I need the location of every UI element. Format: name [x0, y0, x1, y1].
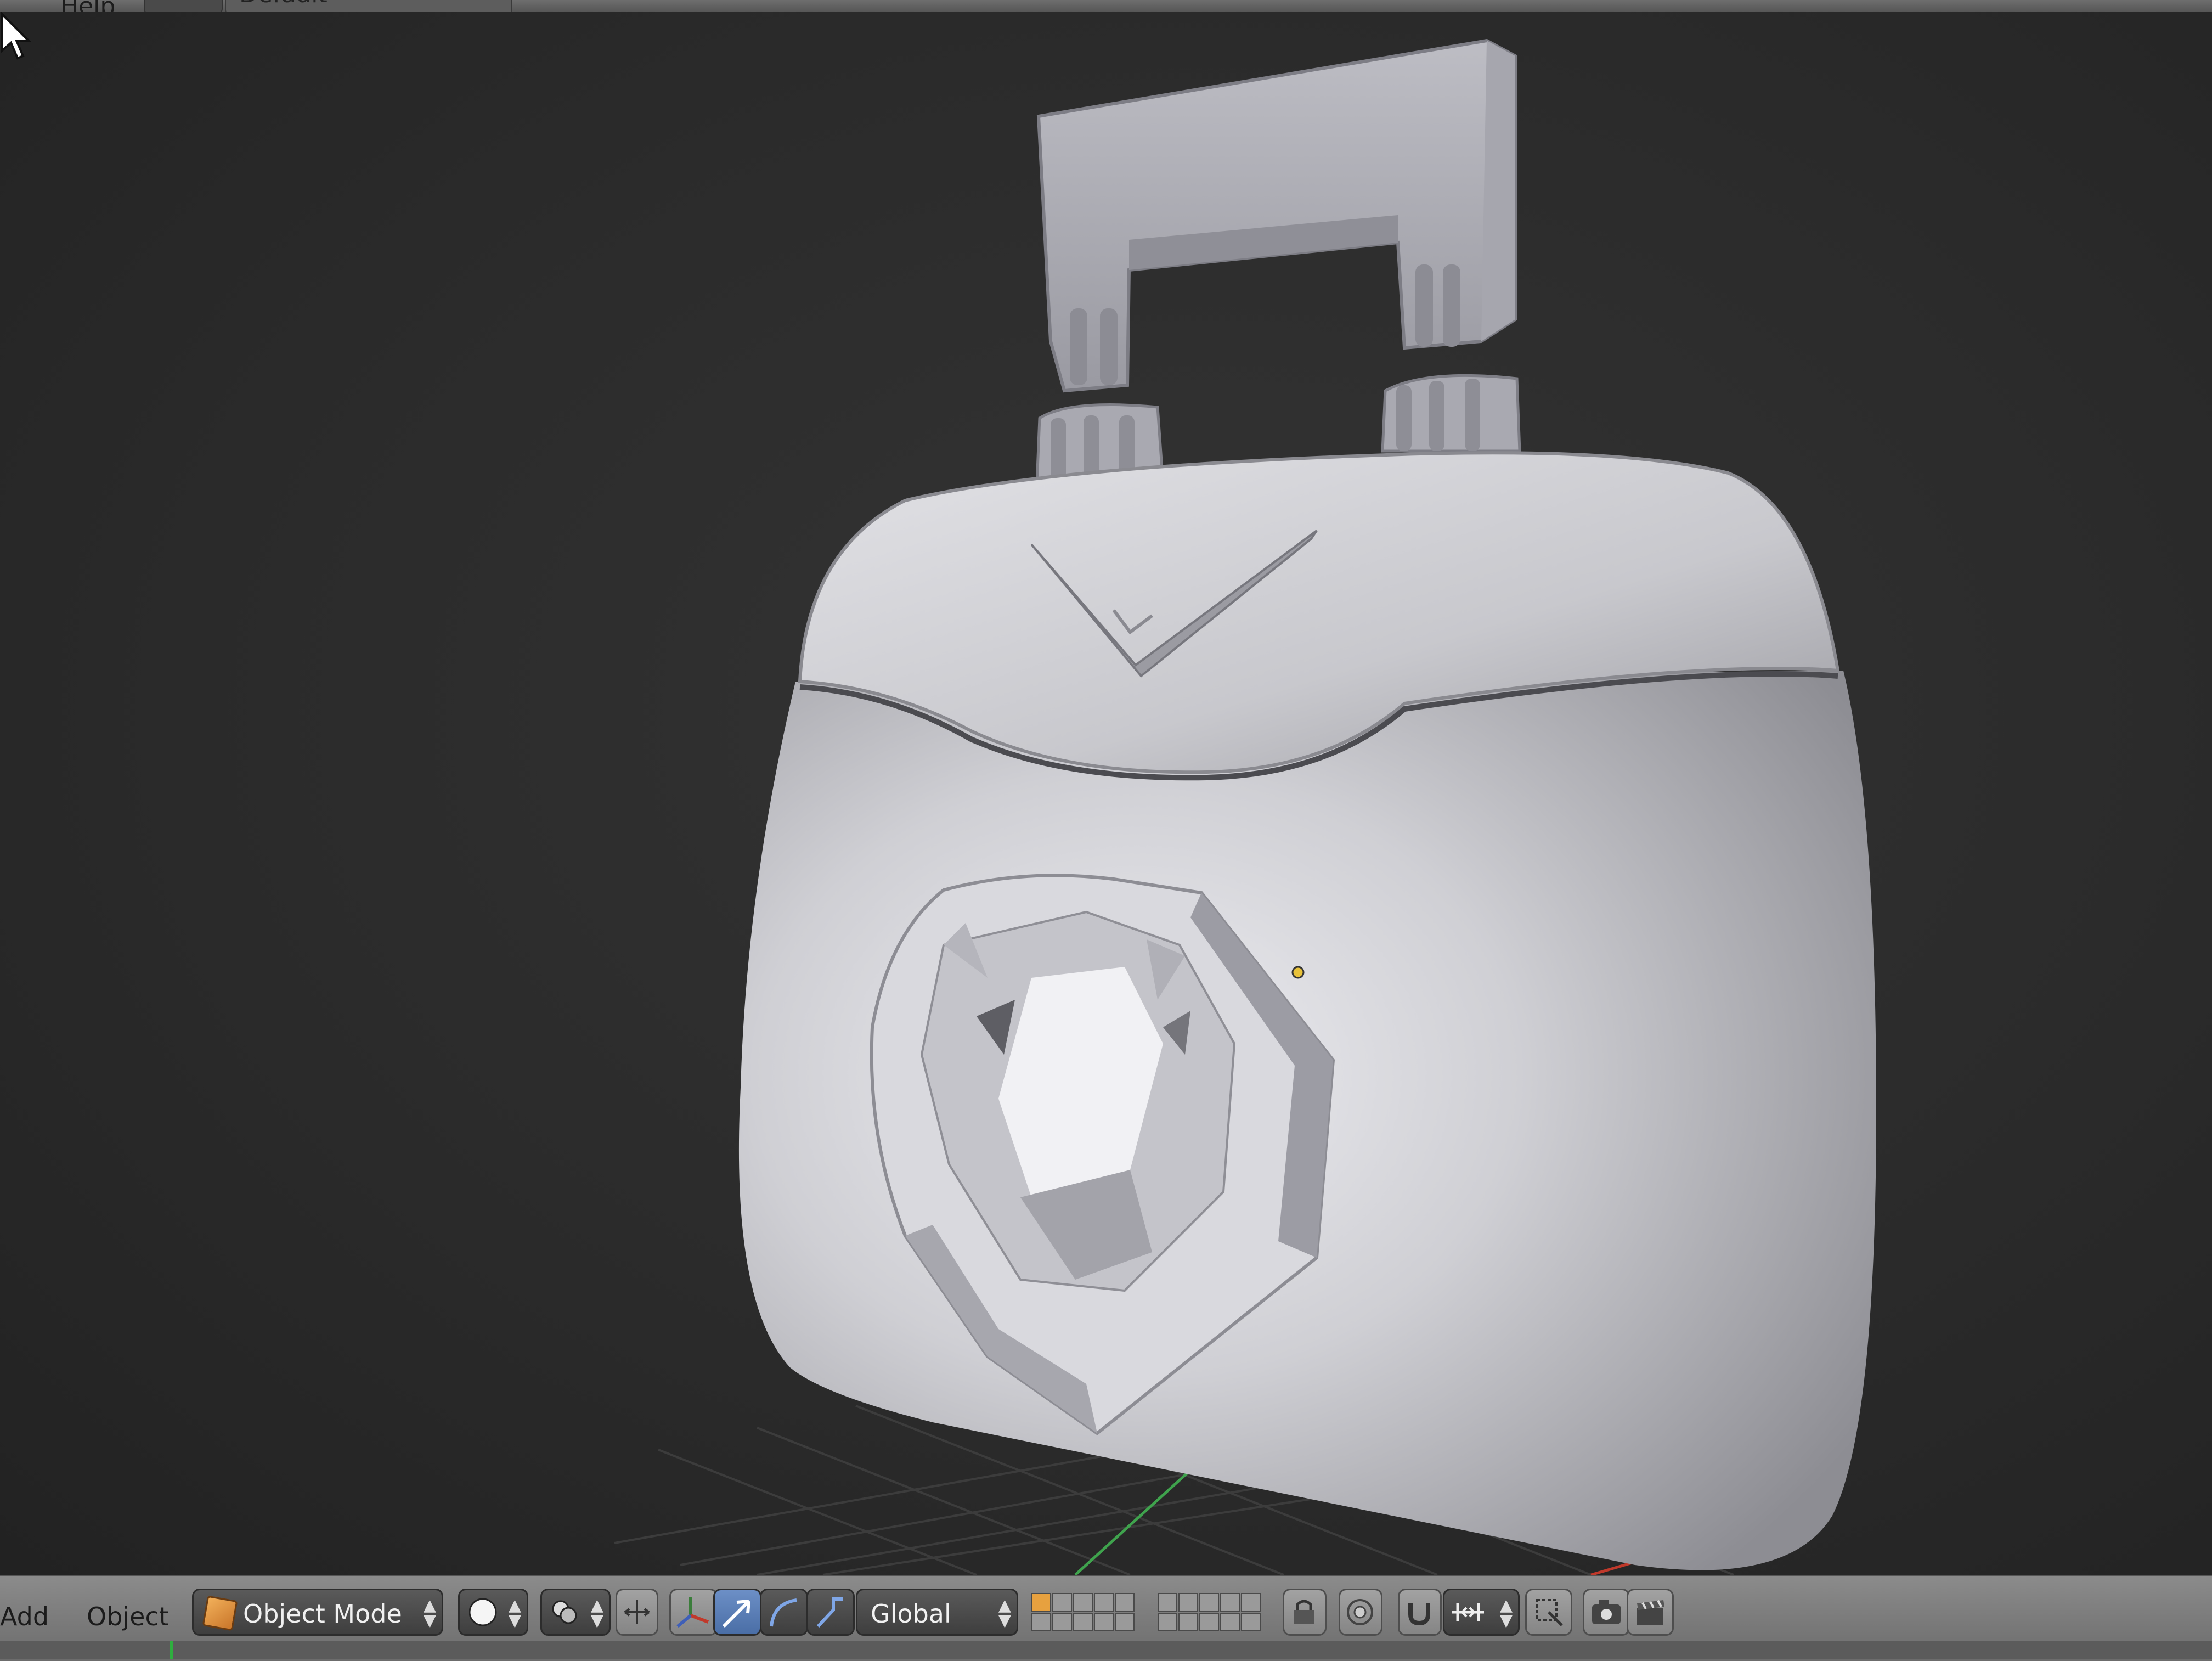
layer-16-button[interactable]: [1158, 1613, 1177, 1631]
layer-10-button[interactable]: [1241, 1593, 1261, 1612]
layer-5-button[interactable]: [1115, 1593, 1135, 1612]
layer-14-button[interactable]: [1094, 1613, 1114, 1631]
layer-20-button[interactable]: [1241, 1613, 1261, 1631]
scale-icon: [816, 1597, 843, 1628]
layer-9-button[interactable]: [1220, 1593, 1240, 1612]
render-image-button[interactable]: [1583, 1589, 1630, 1636]
layer-4-button[interactable]: [1094, 1593, 1114, 1612]
layer-buttons-left[interactable]: [1031, 1593, 1135, 1631]
dropdown-arrows-icon: ▲ ▼: [1499, 1596, 1513, 1630]
current-frame-marker: [170, 1641, 173, 1659]
transform-orientation-dropdown[interactable]: Global ▲ ▼: [856, 1589, 1018, 1636]
top-menu-bar: Help Default: [0, 0, 2212, 20]
proportional-edit-icon: [1347, 1599, 1373, 1625]
pivot-point-dropdown[interactable]: ▲ ▼: [540, 1589, 611, 1636]
layer-buttons-right[interactable]: [1158, 1593, 1261, 1631]
layer-2-button[interactable]: [1052, 1593, 1072, 1612]
layer-8-button[interactable]: [1199, 1593, 1219, 1612]
translate-arrow-icon: [722, 1600, 751, 1628]
proportional-edit-button[interactable]: [1339, 1589, 1383, 1636]
snap-element-dropdown[interactable]: ▲ ▼: [1443, 1589, 1520, 1636]
snap-target-button[interactable]: [1525, 1589, 1572, 1636]
layer-3-button[interactable]: [1073, 1593, 1093, 1612]
screen-layout-name: Default: [239, 0, 328, 8]
transform-orientation-label: Global: [871, 1599, 951, 1629]
bag-handle: [1036, 38, 1517, 393]
layer-7-button[interactable]: [1178, 1593, 1198, 1612]
camera-icon: [1592, 1600, 1621, 1624]
rotate-arc-icon: [770, 1598, 797, 1627]
clapper-icon: [1637, 1600, 1664, 1625]
layer-17-button[interactable]: [1178, 1613, 1198, 1631]
scale-tool-button[interactable]: [806, 1589, 855, 1636]
dropdown-arrows-icon: ▲ ▼: [423, 1596, 436, 1630]
object-menu[interactable]: Object: [87, 1604, 169, 1629]
layer-11-button[interactable]: [1031, 1613, 1051, 1631]
layer-6-button[interactable]: [1158, 1593, 1177, 1612]
snap-target-icon: [1536, 1599, 1563, 1626]
layer-13-button[interactable]: [1073, 1613, 1093, 1631]
layer-18-button[interactable]: [1199, 1613, 1219, 1631]
sphere-icon: [469, 1598, 497, 1626]
snap-toggle-button[interactable]: [1398, 1589, 1442, 1636]
lock-layers-button[interactable]: [1283, 1589, 1327, 1636]
render-animation-button[interactable]: [1627, 1589, 1674, 1636]
object-mode-dropdown[interactable]: Object Mode ▲ ▼: [192, 1589, 443, 1636]
object-mode-label: Object Mode: [243, 1599, 402, 1629]
object-mode-cube-icon: [202, 1595, 238, 1631]
dropdown-arrows-icon: ▲ ▼: [508, 1596, 521, 1630]
snap-element-icon: [1452, 1603, 1484, 1621]
snap-to-grid-button[interactable]: [616, 1589, 658, 1636]
layer-12-button[interactable]: [1052, 1613, 1072, 1631]
add-menu[interactable]: Add: [0, 1604, 49, 1629]
dropdown-arrows-icon: ▲ ▼: [998, 1596, 1011, 1630]
layer-19-button[interactable]: [1220, 1613, 1240, 1631]
timeline-strip: [0, 1641, 2212, 1659]
rotate-tool-button[interactable]: [760, 1589, 808, 1636]
viewport-scene: [614, 38, 1876, 1575]
lock-icon: [1294, 1600, 1314, 1624]
viewport-shading-dropdown[interactable]: ▲ ▼: [458, 1589, 528, 1636]
3d-viewport[interactable]: [0, 12, 2212, 1575]
manipulator-toggle[interactable]: [669, 1589, 718, 1636]
pivot-icon: [552, 1600, 577, 1624]
magnet-icon: [1408, 1603, 1430, 1626]
manipulator-axes-icon: [676, 1597, 709, 1628]
dropdown-arrows-icon: ▲ ▼: [590, 1596, 603, 1630]
transform-icon: [624, 1600, 650, 1624]
translate-tool-button[interactable]: [713, 1589, 761, 1636]
layer-1-button[interactable]: [1031, 1593, 1051, 1612]
mouse-cursor-icon: [1, 12, 31, 60]
layer-15-button[interactable]: [1115, 1613, 1135, 1631]
object-origin-dot: [1291, 966, 1305, 979]
